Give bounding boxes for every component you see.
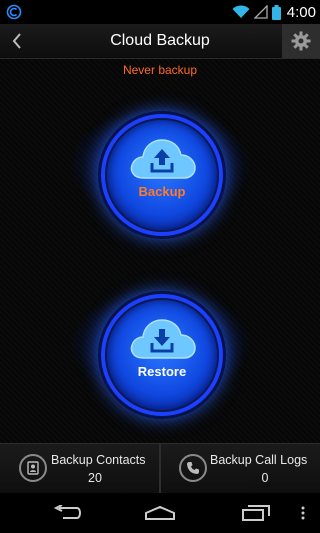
back-arrow-icon [53,505,81,519]
main-panel: Never backup Backup Restore [0,59,320,443]
back-button[interactable] [0,24,34,58]
backup-button[interactable]: Backup [105,118,219,232]
battery-icon [271,4,281,20]
overflow-menu-icon [301,506,305,520]
nav-menu-button[interactable] [296,499,310,527]
cloud-download-icon [130,319,196,359]
recents-icon [242,505,270,521]
backup-call-logs-count: 0 [261,471,269,485]
gear-icon [291,31,311,51]
phone-icon [179,454,207,482]
nav-back-button[interactable] [48,499,88,527]
navigation-bar [0,493,320,533]
nav-recents-button[interactable] [236,499,276,527]
chevron-left-icon [12,33,21,49]
restore-button-label: Restore [137,364,187,379]
backup-contacts-button[interactable]: Backup Contacts 20 [0,444,159,494]
backup-status-text: Never backup [122,63,198,77]
settings-button[interactable] [282,24,320,58]
wifi-icon [232,5,250,18]
backup-contacts-count: 20 [88,471,102,485]
status-bar: 4:00 [0,0,320,24]
backup-button-label: Backup [138,184,186,199]
restore-button[interactable]: Restore [105,298,219,412]
contacts-icon [19,454,47,482]
title-bar: Cloud Backup [0,24,320,59]
bottom-actions: Backup Contacts 20 Backup Call Logs 0 [0,443,320,494]
cloud-upload-icon [130,139,196,179]
backup-call-logs-button[interactable]: Backup Call Logs 0 [161,444,320,494]
signal-icon [253,5,268,19]
status-time: 4:00 [286,3,316,21]
backup-call-logs-label: Backup Call Logs [210,453,308,467]
home-icon [145,505,175,520]
nav-home-button[interactable] [140,499,180,527]
page-title: Cloud Backup [110,32,210,49]
backup-contacts-label: Backup Contacts [51,453,146,467]
app-notification-icon [6,4,22,20]
